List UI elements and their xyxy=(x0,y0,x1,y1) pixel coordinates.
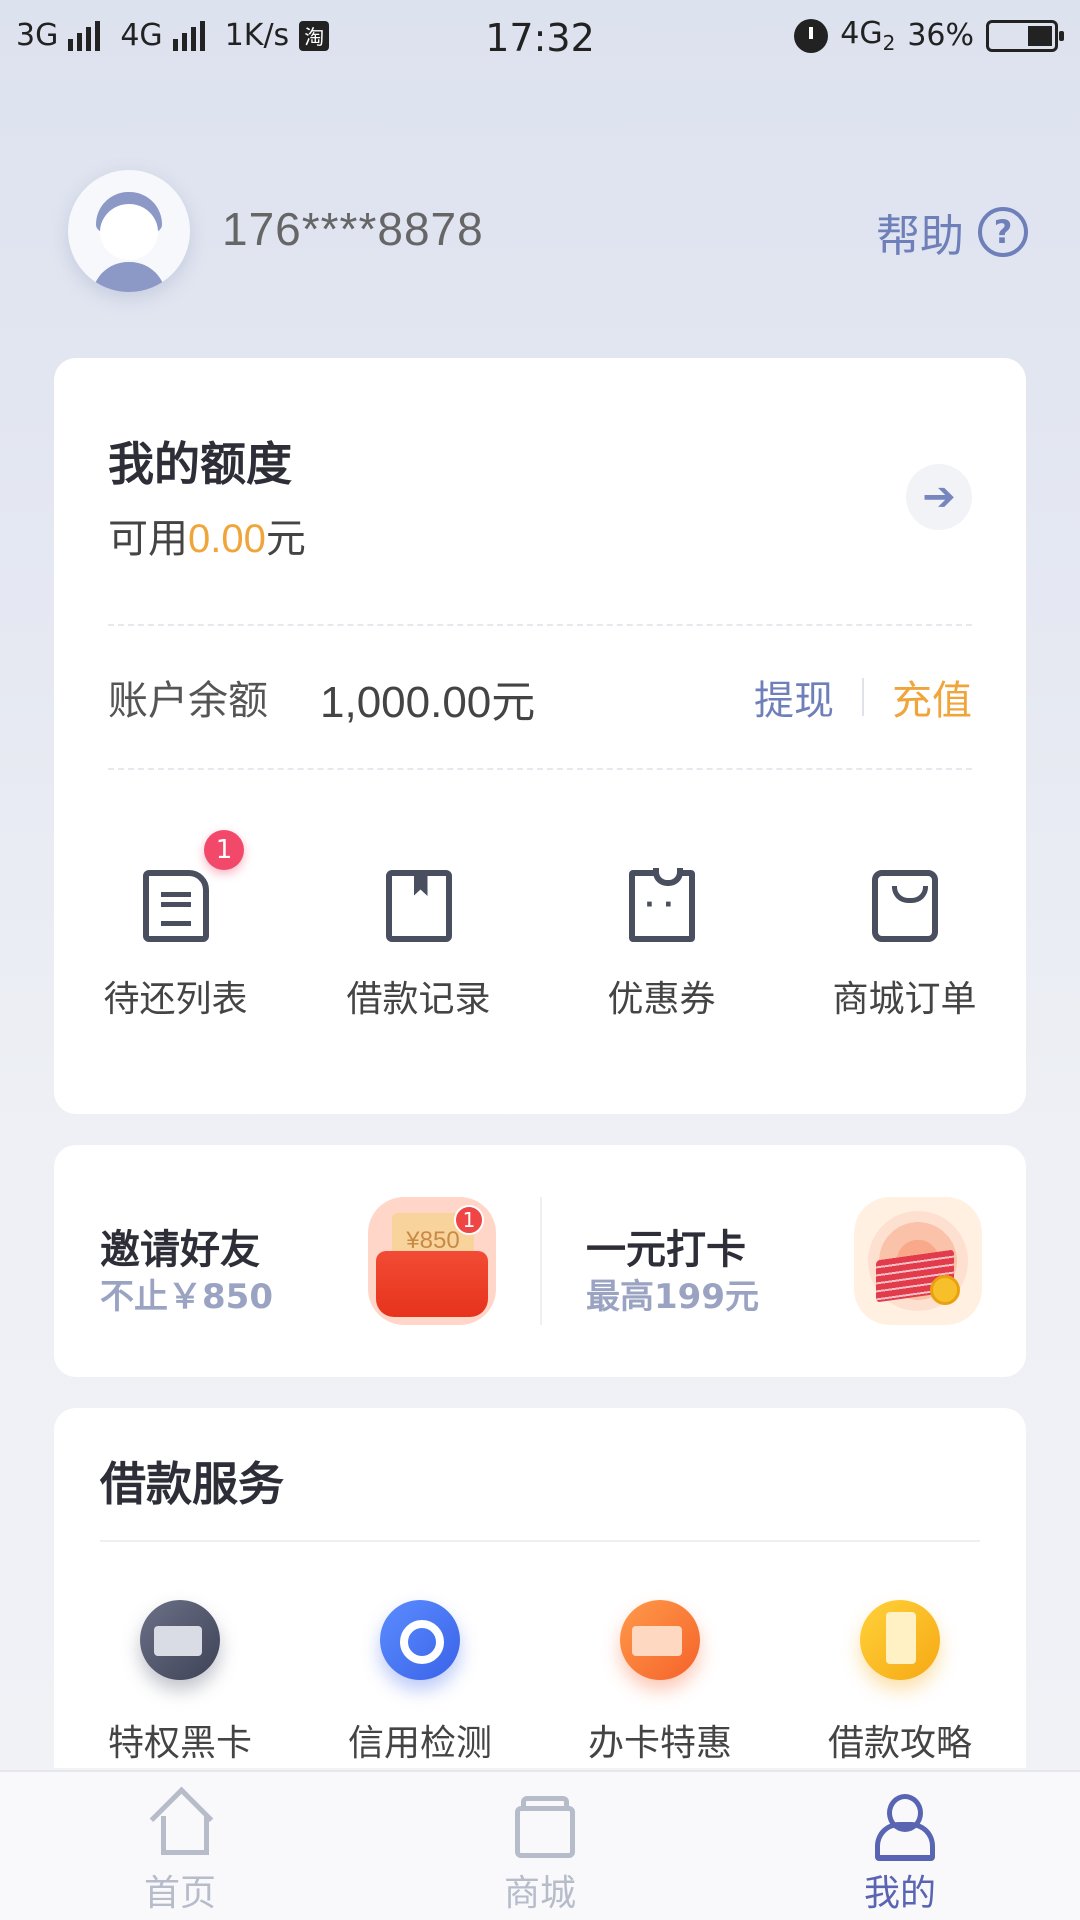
help-button[interactable]: 帮助 ? xyxy=(876,200,1028,264)
promo-title: 邀请好友 xyxy=(100,1227,260,1273)
promo-card: 邀请好友 不止￥850 ¥850 1 一元打卡 最高199元 xyxy=(54,1145,1026,1377)
withdraw-button[interactable]: 提现 xyxy=(754,668,834,726)
nav-shop[interactable]: 商城 xyxy=(360,1772,720,1920)
balance-value: 1,000.00元 xyxy=(320,678,536,727)
available-amount: 0.00 xyxy=(188,517,266,561)
service-loan-guide[interactable]: 借款攻略 xyxy=(780,1600,1020,1766)
shop-icon xyxy=(511,1794,575,1858)
section-title: 借款服务 xyxy=(100,1457,284,1511)
divider xyxy=(108,624,972,626)
card-offer-icon xyxy=(620,1600,700,1680)
service-card-offer[interactable]: 办卡特惠 xyxy=(540,1600,780,1766)
notification-badge: 1 xyxy=(454,1205,484,1235)
shortcut-label: 商城订单 xyxy=(832,979,977,1020)
service-label: 借款攻略 xyxy=(827,1723,972,1764)
credit-check-icon xyxy=(380,1600,460,1680)
shortcut-loan-records[interactable]: 借款记录 xyxy=(297,858,540,1022)
question-icon: ? xyxy=(978,207,1028,257)
shopping-bag-icon xyxy=(871,870,938,942)
alarm-icon xyxy=(794,18,829,53)
shortcut-repay-list[interactable]: 1 待还列表 xyxy=(54,830,297,1022)
available-credit: 可用0.00元 xyxy=(108,516,306,562)
quota-card: 我的额度 可用0.00元 ➔ 账户余额 1,000.00元 提现 充值 1 待还… xyxy=(54,358,1026,1114)
loan-guide-icon xyxy=(860,1600,940,1680)
red-envelope-icon: ¥850 1 xyxy=(368,1197,496,1325)
nav-home[interactable]: 首页 xyxy=(0,1772,360,1920)
network-type-3: 4G2 xyxy=(840,16,896,55)
ticket-icon xyxy=(628,868,695,942)
service-label: 办卡特惠 xyxy=(587,1723,732,1764)
promo-daily-checkin[interactable]: 一元打卡 最高199元 xyxy=(540,1145,1026,1377)
divider xyxy=(108,768,972,770)
shortcut-mall-orders[interactable]: 商城订单 xyxy=(783,858,1026,1022)
quota-arrow-button[interactable]: ➔ xyxy=(906,464,972,530)
promo-subtitle: 最高199元 xyxy=(586,1277,759,1317)
nav-label: 商城 xyxy=(503,1873,576,1914)
bookmark-book-icon xyxy=(385,870,452,942)
shortcut-coupons[interactable]: 优惠券 xyxy=(540,858,783,1022)
shortcut-grid: 1 待还列表 借款记录 优惠券 商城订单 xyxy=(54,830,1026,1022)
service-credit-check[interactable]: 信用检测 xyxy=(300,1600,540,1766)
divider xyxy=(100,1540,980,1542)
battery-percent: 36% xyxy=(907,18,974,53)
arrow-right-icon: ➔ xyxy=(922,474,956,520)
shortcut-label: 待还列表 xyxy=(103,979,248,1020)
notification-badge: 1 xyxy=(204,830,244,870)
balance-label: 账户余额 xyxy=(108,678,268,724)
avatar[interactable] xyxy=(68,170,190,292)
shortcut-label: 借款记录 xyxy=(346,979,491,1020)
help-label: 帮助 xyxy=(876,211,964,262)
promo-title: 一元打卡 xyxy=(586,1227,746,1273)
quota-title: 我的额度 xyxy=(108,437,292,491)
promo-invite-friends[interactable]: 邀请好友 不止￥850 ¥850 1 xyxy=(54,1145,540,1377)
service-label: 特权黑卡 xyxy=(107,1723,252,1764)
nav-profile[interactable]: 我的 xyxy=(720,1772,1080,1920)
bottom-nav: 首页 商城 我的 xyxy=(0,1770,1080,1920)
profile-icon xyxy=(871,1794,935,1861)
service-black-card[interactable]: 特权黑卡 xyxy=(60,1600,300,1766)
divider xyxy=(862,678,864,716)
service-label: 信用检测 xyxy=(347,1723,492,1764)
loan-services-card: 借款服务 特权黑卡 信用检测 办卡特惠 借款攻略 xyxy=(54,1408,1026,1768)
home-icon xyxy=(151,1794,209,1855)
black-card-icon xyxy=(140,1600,220,1680)
battery-icon xyxy=(986,19,1064,52)
user-phone: 176****8878 xyxy=(222,203,484,255)
document-list-icon xyxy=(142,870,209,942)
status-bar: 3G 4G 1K/s 淘 17:32 4G2 36% xyxy=(0,0,1080,76)
promo-subtitle: 不止￥850 xyxy=(100,1277,273,1317)
money-stack-icon xyxy=(854,1197,982,1325)
nav-label: 我的 xyxy=(863,1873,936,1914)
recharge-button[interactable]: 充值 xyxy=(892,668,972,726)
shortcut-label: 优惠券 xyxy=(607,979,716,1020)
nav-label: 首页 xyxy=(143,1873,216,1914)
